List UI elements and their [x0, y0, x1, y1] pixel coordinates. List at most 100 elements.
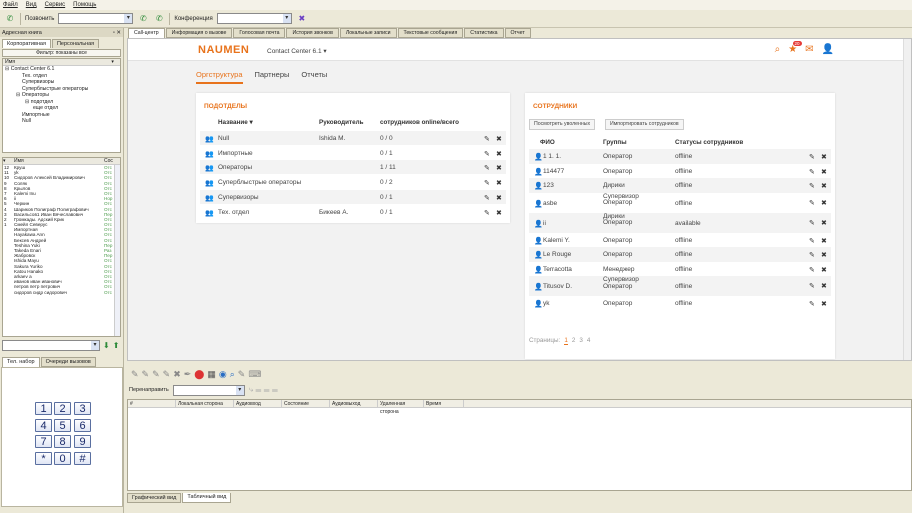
table-row[interactable]: 👥 Суперблыстрые операторы 0 / 2 ✎ ✖ — [200, 175, 506, 189]
filter-button[interactable]: Фильтр: показаны все — [2, 49, 121, 57]
page-2[interactable]: 2 — [572, 337, 576, 345]
edit-icon[interactable]: ✎ — [809, 266, 815, 274]
show-fired-button[interactable]: Посмотреть уволенных — [529, 119, 596, 130]
subdivision-name[interactable]: Операторы — [218, 164, 252, 171]
subdivision-name[interactable]: Null — [218, 135, 229, 142]
sort-icon[interactable]: ▾ — [3, 158, 14, 164]
table-row[interactable]: 👤 1 1. 1. Оператор offline ✎ ✖ — [529, 149, 831, 164]
employee-name[interactable]: asbe — [543, 200, 557, 207]
delete-icon[interactable]: ✖ — [821, 266, 827, 274]
column-state[interactable]: Состояние — [282, 400, 330, 407]
delete-icon[interactable]: ✖ — [821, 282, 827, 290]
tab-table-view[interactable]: Табличный вид — [182, 493, 232, 503]
delete-icon[interactable]: ✖ — [496, 135, 502, 143]
delete-icon[interactable]: ✖ — [821, 251, 827, 259]
menu-help[interactable]: Помощь — [73, 2, 96, 8]
key-5[interactable]: 5 — [54, 419, 71, 432]
dtmf-icon[interactable]: ⌨ — [248, 369, 261, 380]
tab-voicemail[interactable]: Голосовая почта — [233, 28, 286, 38]
close-icon[interactable]: ▫ ✕ — [113, 30, 121, 36]
delete-icon[interactable]: ✖ — [821, 219, 827, 227]
tab-dial[interactable]: Тел. набор — [2, 357, 40, 367]
calendar-icon[interactable]: ▦ — [207, 369, 216, 380]
tab-corporate[interactable]: Корпоративная — [2, 39, 51, 48]
delete-icon[interactable]: ✖ — [496, 209, 502, 217]
call-number-combo[interactable] — [58, 13, 134, 24]
delete-icon[interactable]: ✖ — [496, 179, 502, 187]
column-name[interactable]: Название ▾ — [218, 119, 253, 126]
key-2[interactable]: 2 — [54, 402, 71, 415]
employee-name[interactable]: 114477 — [543, 168, 564, 175]
page-1[interactable]: 1 — [564, 337, 568, 345]
column-time[interactable]: Время — [424, 400, 464, 407]
search-icon[interactable]: ⌕ — [775, 44, 781, 55]
search-call-icon[interactable]: ⌕ — [230, 369, 235, 380]
employee-name[interactable]: Kalemi Y. — [543, 237, 570, 244]
employee-name[interactable]: yk — [543, 300, 550, 307]
key-7[interactable]: 7 — [35, 435, 52, 448]
phone-icon[interactable]: ✆ — [4, 13, 16, 25]
tree-item[interactable]: Null — [3, 118, 120, 125]
column-number[interactable]: # — [128, 400, 176, 407]
edit-icon[interactable]: ✎ — [809, 282, 815, 290]
table-row[interactable]: 👤 Terracotta Менеджер offline ✎ ✖ — [529, 262, 831, 277]
delete-icon[interactable]: ✖ — [821, 199, 827, 207]
delete-icon[interactable]: ✖ — [496, 150, 502, 158]
employee-name[interactable]: 1 1. 1. — [543, 153, 561, 160]
tab-personal[interactable]: Персональная — [51, 39, 100, 48]
edit-icon[interactable]: ✎ — [809, 237, 815, 245]
forward-icon[interactable]: ✎ — [163, 369, 171, 380]
record-icon[interactable]: ✎ — [131, 369, 139, 380]
list-item[interactable]: сидоров сидр сидорович Отс — [3, 290, 120, 295]
table-row[interactable]: 👥 Операторы 1 / 11 ✎ ✖ — [200, 160, 506, 175]
delete-icon[interactable]: ✖ — [496, 164, 502, 172]
key-star[interactable]: * — [35, 452, 52, 465]
tab-call-queues[interactable]: Очереди вызовов — [40, 357, 96, 367]
nav-partners[interactable]: Партнеры — [255, 70, 290, 84]
subdivision-name[interactable]: Суперблыстрые операторы — [218, 179, 301, 186]
stop-icon[interactable]: ⬤ — [194, 369, 204, 380]
column-audio-out[interactable]: Аудиовыход — [330, 400, 378, 407]
menu-view[interactable]: Вид — [26, 2, 37, 8]
contacts-scrollbar[interactable] — [114, 165, 120, 336]
tab-graphic-view[interactable]: Графический вид — [127, 493, 182, 503]
edit-icon[interactable]: ✎ — [809, 168, 815, 176]
column-name[interactable]: Имя — [14, 158, 104, 164]
web-scrollbar[interactable] — [903, 39, 911, 360]
employee-name[interactable]: ii — [543, 220, 546, 227]
table-row[interactable]: 👤 114477 Оператор offline ✎ ✖ — [529, 164, 831, 179]
table-row[interactable]: 👥 Тех. отдел Бикеев А. 0 / 1 ✎ ✖ — [200, 205, 506, 219]
redirect-icon[interactable]: ⤷ ☰ ☰ ☰ — [249, 385, 278, 395]
subdivision-name[interactable]: Тех. отдел — [218, 209, 249, 216]
table-row[interactable]: 👤 ii Дирики Оператор available ✎ ✖ — [529, 212, 831, 233]
edit-icon[interactable]: ✎ — [484, 179, 490, 187]
mute-icon[interactable]: ✖ — [173, 369, 181, 380]
tab-call-history[interactable]: История звонков — [286, 28, 339, 38]
table-row[interactable]: 👤 123 Дирики offline ✎ ✖ — [529, 178, 831, 193]
delete-icon[interactable]: ✖ — [821, 237, 827, 245]
subdivision-name[interactable]: Импортные — [218, 150, 253, 157]
sort-icon[interactable]: ▾ — [111, 59, 114, 65]
employee-name[interactable]: Le Rouge — [543, 251, 571, 258]
table-row[interactable]: 👤 asbe Супервизор Оператор offline ✎ ✖ — [529, 193, 831, 213]
key-4[interactable]: 4 — [35, 419, 52, 432]
delete-icon[interactable]: ✖ — [821, 153, 827, 161]
delete-icon[interactable]: ✖ — [821, 182, 827, 190]
tab-call-center[interactable]: Call-центр — [128, 28, 165, 38]
table-row[interactable]: 👥 Супервизоры 0 / 1 ✎ ✖ — [200, 189, 506, 204]
edit-icon[interactable]: ✎ — [484, 164, 490, 172]
employee-name[interactable]: Titusov D. — [543, 283, 572, 290]
delete-icon[interactable]: ✖ — [821, 168, 827, 176]
delete-icon[interactable]: ✖ — [496, 194, 502, 202]
employee-name[interactable]: 123 — [543, 182, 554, 189]
key-hash[interactable]: # — [74, 452, 91, 465]
product-name[interactable]: Contact Center 6.1 ▾ — [267, 47, 327, 55]
hold-call-icon[interactable]: ✎ — [142, 369, 150, 380]
edit-icon[interactable]: ✎ — [484, 150, 490, 158]
edit-icon[interactable]: ✎ — [809, 153, 815, 161]
naumen-logo[interactable]: NAUMEN — [198, 44, 249, 56]
conference-combo[interactable] — [216, 13, 292, 24]
hold-icon[interactable]: ✆ — [153, 13, 165, 25]
table-row[interactable]: 👤 Le Rouge Оператор offline ✎ ✖ — [529, 247, 831, 262]
globe-icon[interactable]: ◉ — [219, 369, 227, 380]
